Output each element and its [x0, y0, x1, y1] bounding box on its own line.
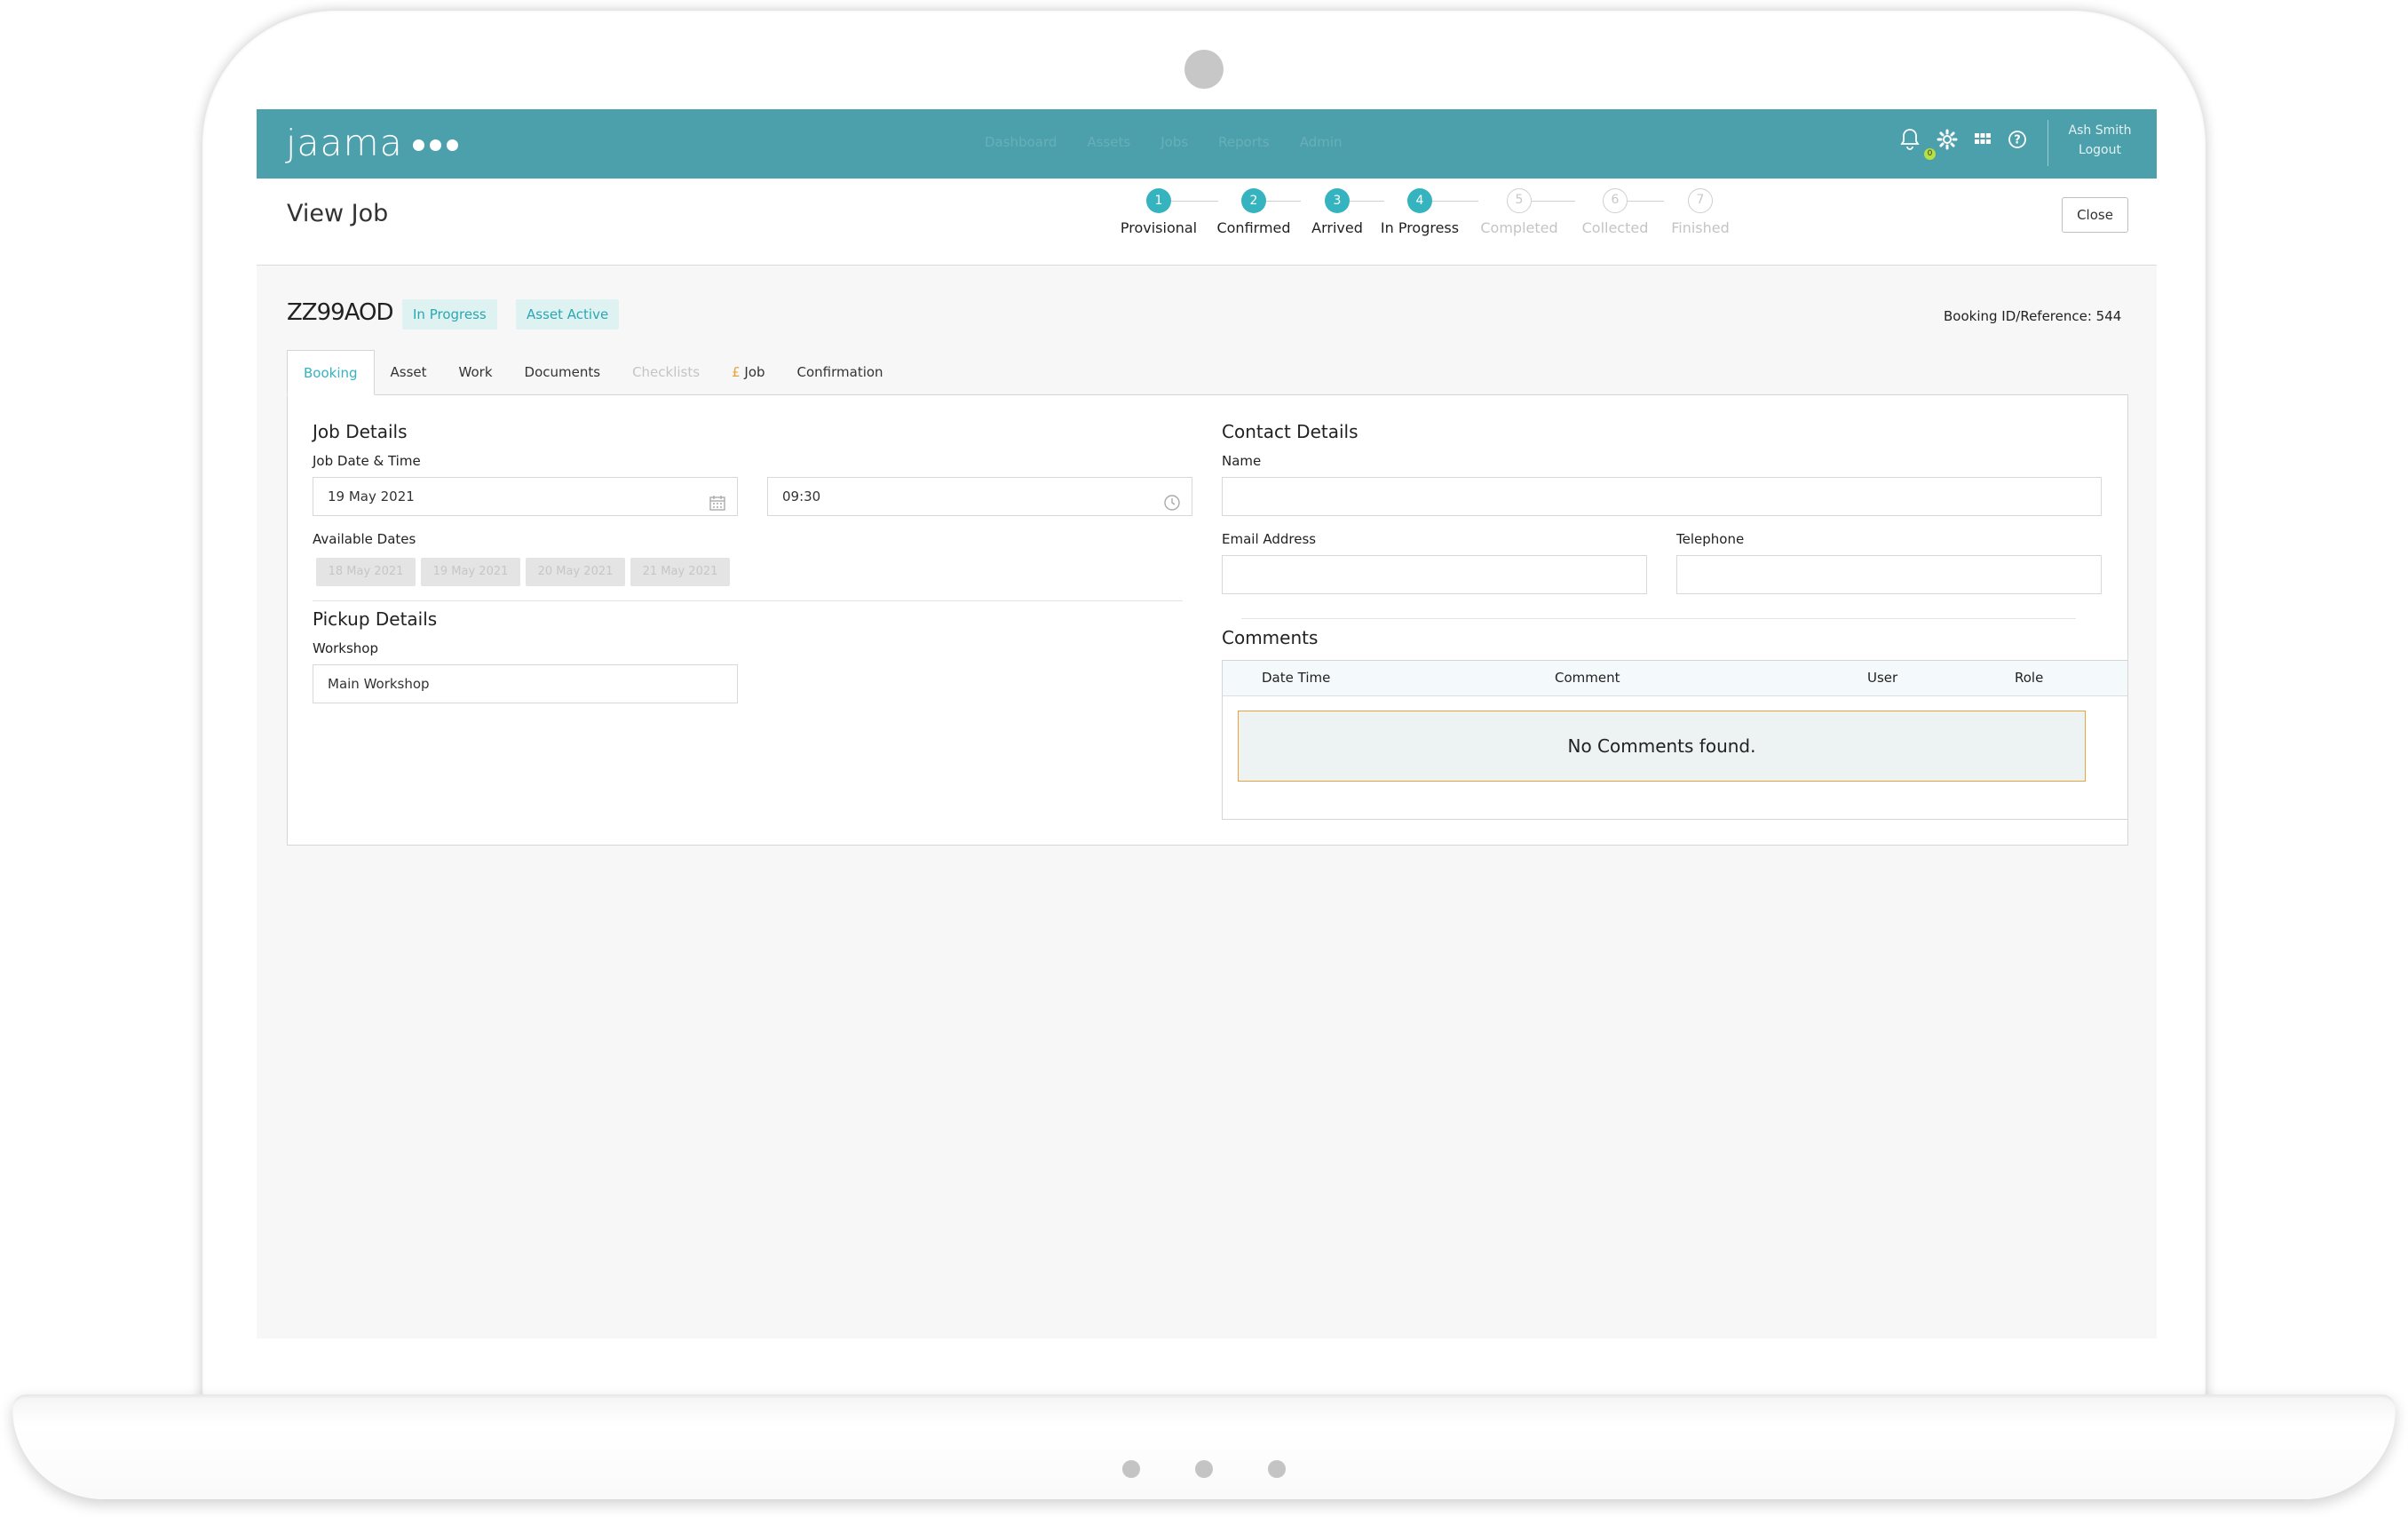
available-dates-label: Available Dates — [313, 531, 416, 547]
tab-work[interactable]: Work — [443, 350, 509, 395]
section-divider — [1241, 618, 2076, 619]
calendar-icon[interactable] — [709, 488, 726, 526]
top-bar: jaama Dashboard Assets Jobs Reports Admi… — [257, 109, 2157, 179]
user-name[interactable]: Ash Smith — [2056, 121, 2144, 140]
step-label: Finished — [1671, 219, 1730, 236]
step-number: 3 — [1325, 188, 1350, 213]
step-label: In Progress — [1380, 219, 1460, 236]
booking-reference: Booking ID/Reference: 544 — [1944, 308, 2122, 324]
section-divider — [313, 600, 1183, 601]
camera-dot — [1184, 50, 1224, 89]
step-number: 5 — [1507, 188, 1532, 213]
telephone-field[interactable] — [1676, 555, 2102, 594]
logout-link[interactable]: Logout — [2056, 140, 2144, 160]
job-date-value: 19 May 2021 — [328, 488, 415, 504]
tab-asset[interactable]: Asset — [375, 350, 443, 395]
empty-comments-message: No Comments found. — [1238, 711, 2086, 782]
nav-item[interactable]: Reports — [1218, 134, 1270, 150]
step-number: 4 — [1407, 188, 1432, 213]
workshop-label: Workshop — [313, 640, 379, 656]
comments-table: Date Time Comment User Role No Comments … — [1222, 660, 2128, 820]
app-screen: jaama Dashboard Assets Jobs Reports Admi… — [257, 109, 2157, 1338]
available-date-chip[interactable]: 20 May 2021 — [526, 558, 625, 586]
tab-job-label: Job — [744, 364, 765, 380]
asset-status-badge: Asset Active — [516, 299, 620, 330]
bell-icon[interactable] — [1899, 127, 1921, 152]
available-date-chip[interactable]: 21 May 2021 — [630, 558, 730, 586]
close-button[interactable]: Close — [2062, 197, 2128, 233]
email-field[interactable] — [1222, 555, 1647, 594]
vehicle-registration: ZZ99AOD — [287, 299, 394, 326]
top-icons: ? — [1899, 127, 2027, 152]
nav-item[interactable]: Admin — [1300, 134, 1343, 150]
telephone-label: Telephone — [1676, 531, 1745, 547]
job-details-title: Job Details — [313, 421, 408, 442]
main-nav: Dashboard Assets Jobs Reports Admin — [985, 134, 1343, 150]
step-in-progress: 4 In Progress — [1362, 188, 1477, 236]
nav-item[interactable]: Assets — [1087, 134, 1130, 150]
column-header[interactable]: Comment — [1555, 670, 1620, 686]
pound-icon: £ — [732, 364, 741, 380]
base-dot — [1195, 1460, 1213, 1478]
column-header[interactable]: User — [1867, 670, 1897, 686]
logo-dots — [413, 139, 458, 151]
apps-grid-icon[interactable] — [1974, 131, 1992, 148]
nav-item[interactable]: Dashboard — [985, 134, 1057, 150]
column-header[interactable]: Date Time — [1262, 670, 1330, 686]
job-time-value: 09:30 — [782, 488, 821, 504]
pickup-details-title: Pickup Details — [313, 608, 438, 630]
job-date-time-label: Job Date & Time — [313, 453, 421, 469]
help-icon[interactable]: ? — [2008, 130, 2027, 149]
tab-documents[interactable]: Documents — [509, 350, 617, 395]
tab-job[interactable]: £ Job — [716, 350, 780, 395]
column-header[interactable]: Role — [2015, 670, 2043, 686]
workshop-value: Main Workshop — [328, 676, 430, 692]
comments-table-header: Date Time Comment User Role — [1223, 661, 2127, 696]
job-date-field[interactable]: 19 May 2021 — [313, 477, 738, 516]
contact-details-title: Contact Details — [1222, 421, 1358, 442]
job-tabs: Booking Asset Work Documents Checklists … — [287, 350, 899, 395]
available-date-chip[interactable]: 19 May 2021 — [421, 558, 520, 586]
page-header: View Job 1 Provisional 2 Confirmed 3 Arr… — [257, 179, 2157, 266]
email-label: Email Address — [1222, 531, 1317, 547]
step-number: 2 — [1241, 188, 1266, 213]
svg-text:?: ? — [2014, 134, 2021, 147]
laptop-base — [12, 1394, 2396, 1499]
step-finished: 7 Finished — [1643, 188, 1758, 236]
comments-title: Comments — [1222, 627, 1319, 648]
status-badge: In Progress — [402, 299, 497, 330]
base-dot — [1268, 1460, 1286, 1478]
user-menu: Ash Smith Logout — [2056, 121, 2144, 160]
workshop-field[interactable]: Main Workshop — [313, 664, 738, 703]
notification-count-badge: 0 — [1924, 148, 1936, 160]
step-number: 6 — [1603, 188, 1628, 213]
tab-confirmation[interactable]: Confirmation — [781, 350, 899, 395]
name-field[interactable] — [1222, 477, 2102, 516]
base-dot — [1122, 1460, 1140, 1478]
nav-item[interactable]: Jobs — [1160, 134, 1188, 150]
app-logo[interactable]: jaama — [286, 122, 403, 164]
clock-icon[interactable] — [1163, 488, 1181, 526]
tab-booking[interactable]: Booking — [287, 350, 375, 395]
tab-checklists[interactable]: Checklists — [616, 350, 716, 395]
gear-icon[interactable] — [1937, 129, 1958, 150]
name-label: Name — [1222, 453, 1262, 469]
step-number: 7 — [1688, 188, 1713, 213]
job-time-field[interactable]: 09:30 — [767, 477, 1192, 516]
available-date-chip[interactable]: 18 May 2021 — [316, 558, 416, 586]
step-number: 1 — [1146, 188, 1171, 213]
job-progress-stepper: 1 Provisional 2 Confirmed 3 Arrived 4 In… — [257, 179, 2157, 266]
